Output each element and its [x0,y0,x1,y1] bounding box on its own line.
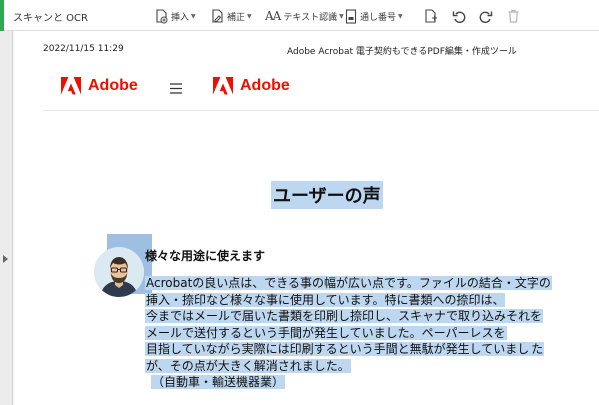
text-recognition-button[interactable]: AA テキスト認識 ▼ [265,7,344,25]
correct-button[interactable]: 補正 ▼ [211,7,252,25]
text-line: （自動車・輸送機器業） [151,375,286,389]
adobe-logo-icon [61,77,81,95]
left-panel-toggle[interactable] [0,31,13,405]
correct-label: 補正 [227,12,246,23]
correct-page-icon [211,8,224,24]
chevron-down-icon: ▼ [398,12,403,20]
insert-page-icon [155,8,168,24]
tool-accent-bar [0,0,4,31]
page-properties-button[interactable] [424,7,438,25]
text-size-icon: AA [265,9,281,23]
testimonial-heading[interactable]: 様々な用途に使えます [145,247,265,264]
text-line: 今まではメールで届いた書類を印刷し捺印し、スキャナで取り込みそれを [145,309,544,323]
expand-arrow-icon [3,255,8,263]
bates-number-icon [345,8,357,24]
chevron-down-icon: ▼ [339,12,344,20]
text-line: 挿入・捺印など様々な事に使用しています。特に書類への捺印は、 [145,292,506,307]
delete-button[interactable] [507,7,520,25]
document-page: 2022/11/15 11:29 Adobe Acrobat 電子契約もできるP… [14,31,599,405]
text-line: メールで送付するという手間が発生していました。ペーパーレスを [145,325,507,340]
testimonial-text[interactable]: Acrobatの良い点は、できる事の幅が広い点です。ファイルの結合・文字の 挿入… [145,275,585,391]
adobe-logo: Adobe [213,76,290,96]
undo-icon [452,9,466,23]
user-avatar [94,247,144,297]
insert-button[interactable]: 挿入 ▼ [155,7,196,25]
tool-title: スキャンと OCR [13,13,88,24]
adobe-wordmark: Adobe [88,77,138,94]
bates-number-button[interactable]: 通し番号 ▼ [345,7,403,25]
document-header-title: Adobe Acrobat 電子契約もできるPDF編集・作成ツール [287,47,517,57]
toolbar: スキャンと OCR 挿入 ▼ 補正 ▼ AA テキスト認識 ▼ 通し番号 ▼ [0,0,599,31]
redo-icon [479,9,493,23]
page-properties-icon [424,8,438,24]
text-line: 目指していながら実際には印刷するという手間と無駄が発生していました [145,342,545,356]
text-line: Acrobatの良い点は、できる事の幅が広い点です。ファイルの結合・文字の [145,276,552,290]
adobe-logo-icon [213,77,233,95]
divider [43,110,599,111]
text-recognition-label: テキスト認識 [283,12,338,23]
section-title[interactable]: ユーザーの声 [271,181,383,209]
hamburger-menu-icon [170,79,182,98]
insert-label: 挿入 [171,12,190,23]
trash-icon [507,9,520,23]
adobe-wordmark: Adobe [240,77,290,94]
redo-button[interactable] [479,7,493,25]
adobe-logo: Adobe [61,76,138,96]
print-date: 2022/11/15 11:29 [43,44,124,54]
text-line: が、その点が大きく解消されました。 [145,358,351,373]
chevron-down-icon: ▼ [191,12,196,20]
undo-button[interactable] [452,7,466,25]
chevron-down-icon: ▼ [247,12,252,20]
bates-number-label: 通し番号 [360,12,397,23]
